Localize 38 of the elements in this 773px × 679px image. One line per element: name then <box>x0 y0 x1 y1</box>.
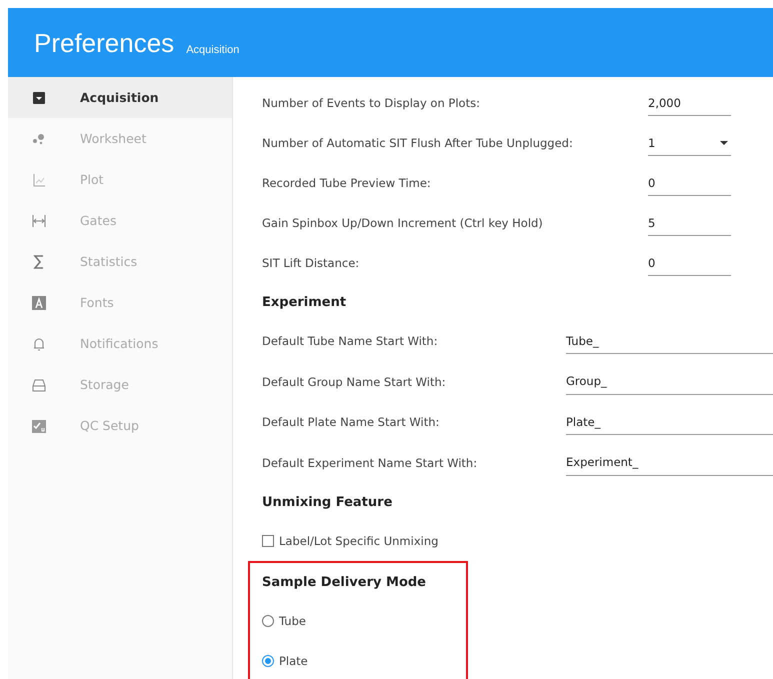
setting-label: Number of Events to Display on Plots: <box>262 96 480 110</box>
input-field[interactable]: 0 <box>648 170 731 196</box>
input-field[interactable]: Experiment_ <box>566 450 773 476</box>
checkbox-label: Label/Lot Specific Unmixing <box>279 534 438 548</box>
checkbox[interactable] <box>262 535 274 547</box>
setting-label: Gain Spinbox Up/Down Increment (Ctrl key Hold) <box>262 216 543 230</box>
drive-icon <box>31 376 47 392</box>
radio-label: Plate <box>279 654 308 668</box>
width-icon <box>31 212 47 228</box>
radio-label: Tube <box>279 614 306 628</box>
input-field[interactable]: 5 <box>648 210 731 236</box>
input-field[interactable]: Tube_ <box>566 328 773 354</box>
checkmark-icon <box>31 418 47 434</box>
setting-label: Recorded Tube Preview Time: <box>262 176 431 190</box>
setting-label: Default Tube Name Start With: <box>262 334 438 348</box>
download-icon <box>31 90 47 106</box>
window-subtitle: Acquisition <box>186 44 240 58</box>
input-field[interactable]: Plate_ <box>566 409 773 436</box>
chart-icon <box>31 172 47 188</box>
section-heading: Experiment <box>262 294 348 312</box>
letter-icon <box>31 294 47 310</box>
dropdown[interactable]: 1 <box>648 130 731 156</box>
sidebar-item[interactable]: Acquisition <box>8 77 232 118</box>
setting-label: Default Plate Name Start With: <box>262 415 440 430</box>
radio-button[interactable] <box>262 655 274 667</box>
input-field[interactable]: Group_ <box>566 368 773 395</box>
setting-label: SIT Lift Distance: <box>262 256 360 270</box>
input-field[interactable]: 2,000 <box>648 90 731 116</box>
setting-label: Default Experiment Name Start With: <box>262 456 478 470</box>
section-heading: Sample Delivery Mode <box>262 574 427 592</box>
bell-icon <box>31 336 47 352</box>
input-field[interactable]: 0 <box>648 250 731 276</box>
setting-label: Number of Automatic SIT Flush After Tube Unplugged: <box>262 136 573 150</box>
window-title: Preferences <box>34 28 174 59</box>
setting-label: Default Group Name Start With: <box>262 374 446 389</box>
caret-icon <box>719 140 729 146</box>
radio-button[interactable] <box>262 615 274 627</box>
section-heading: Unmixing Feature <box>262 494 394 512</box>
